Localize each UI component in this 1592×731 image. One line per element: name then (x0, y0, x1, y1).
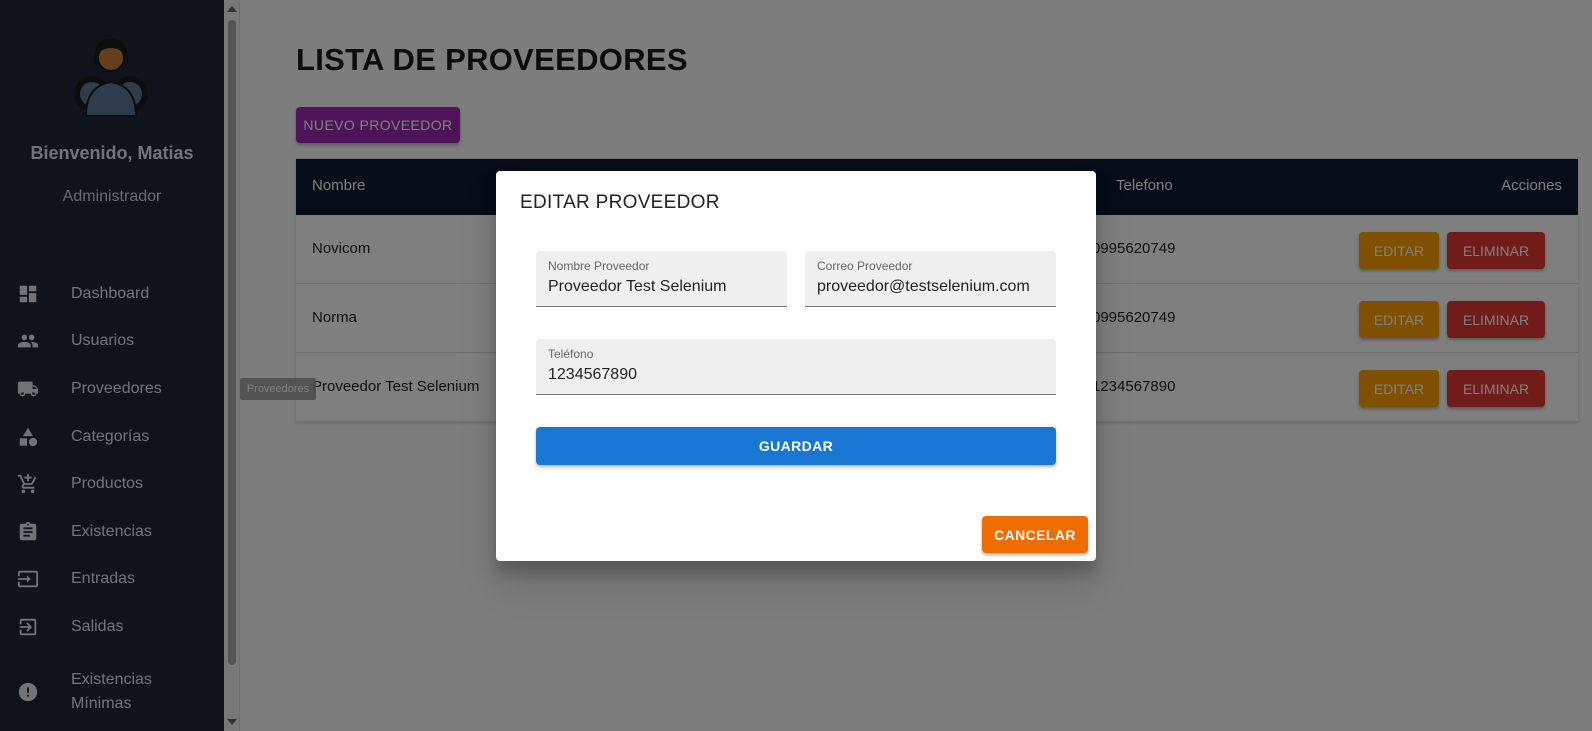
field-label: Teléfono (548, 347, 594, 361)
cancel-button[interactable]: CANCELAR (982, 516, 1088, 553)
provider-email-field[interactable]: Correo Proveedor (805, 251, 1056, 307)
field-label: Nombre Proveedor (548, 259, 650, 273)
provider-name-field[interactable]: Nombre Proveedor (536, 251, 787, 307)
provider-phone-field[interactable]: Teléfono (536, 339, 1056, 395)
dialog-title: EDITAR PROVEEDOR (520, 192, 720, 213)
field-label: Correo Proveedor (817, 259, 913, 273)
provider-name-input[interactable] (548, 278, 775, 296)
provider-email-input[interactable] (817, 278, 1044, 296)
edit-provider-dialog: EDITAR PROVEEDOR Nombre Proveedor Correo… (496, 171, 1096, 561)
provider-phone-input[interactable] (548, 366, 1044, 384)
save-button[interactable]: GUARDAR (536, 427, 1056, 465)
